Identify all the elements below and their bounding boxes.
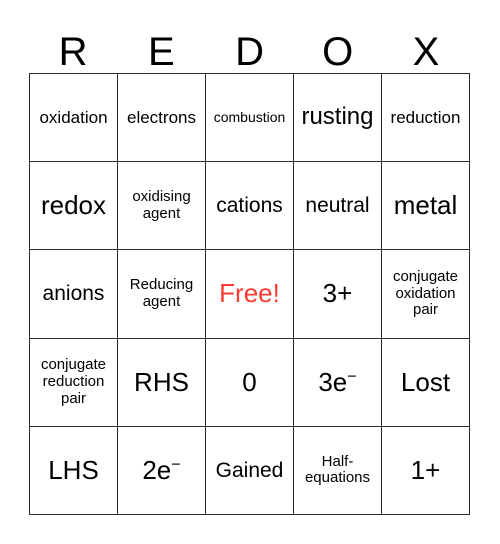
bingo-cell-label: 0 xyxy=(242,366,257,397)
bingo-cell[interactable]: conjugate oxidation pair xyxy=(382,250,470,339)
bingo-cell[interactable]: rusting xyxy=(294,74,382,163)
bingo-cell[interactable]: 0 xyxy=(206,338,294,427)
bingo-cell-label: reduction xyxy=(390,108,461,128)
bingo-cell-label: electrons xyxy=(127,108,196,128)
bingo-cell-label: combustion xyxy=(213,108,286,125)
bingo-cell[interactable]: oxidising agent xyxy=(118,162,206,251)
bingo-cell-label: conjugate reduction pair xyxy=(40,356,107,407)
bingo-cell-label: oxidising agent xyxy=(132,187,191,222)
bingo-cell[interactable]: Gained xyxy=(206,426,294,515)
bingo-grid: oxidation electrons combustion rusting reduc… xyxy=(29,73,470,515)
header-letter-2: D xyxy=(235,30,264,74)
bingo-cell[interactable]: electrons xyxy=(118,74,206,163)
bingo-cell[interactable]: cations xyxy=(206,162,294,251)
bingo-cell[interactable]: conjugate reduction pair xyxy=(30,338,118,427)
bingo-cell-label: redox xyxy=(40,190,107,221)
superscript-minus-icon: − xyxy=(347,366,357,385)
bingo-cell-label: oxidation xyxy=(39,108,108,128)
bingo-card: R E D O X oxidation electrons combustion ru… xyxy=(0,0,500,544)
bingo-cell-label: Free! xyxy=(219,278,280,309)
bingo-cell-label: metal xyxy=(393,190,458,221)
bingo-cell-label: Half- equations xyxy=(304,452,371,487)
bingo-cell[interactable]: 2e− xyxy=(118,426,206,515)
bingo-cell[interactable]: 3+ xyxy=(294,250,382,339)
header-letter-4: X xyxy=(412,30,440,74)
bingo-cell-label: RHS xyxy=(134,366,189,397)
bingo-cell-label: LHS xyxy=(48,454,99,485)
bingo-cell[interactable]: combustion xyxy=(206,74,294,163)
bingo-cell[interactable]: oxidation xyxy=(30,74,118,163)
bingo-cell[interactable]: reduction xyxy=(382,74,470,163)
bingo-cell[interactable]: Lost xyxy=(382,338,470,427)
bingo-cell-label: conjugate oxidation pair xyxy=(392,267,459,319)
header-letter-1: E xyxy=(147,30,175,74)
header-letter-0: R xyxy=(58,30,88,74)
bingo-cell[interactable]: RHS xyxy=(118,338,206,427)
bingo-cell-label: cations xyxy=(216,194,283,218)
bingo-cell[interactable]: anions xyxy=(30,250,118,339)
bingo-cell-label: Lost xyxy=(400,366,451,397)
bingo-cell-label: 2e− xyxy=(142,454,181,485)
bingo-cell[interactable]: Half- equations xyxy=(294,426,382,515)
bingo-free-cell[interactable]: Free! xyxy=(206,250,294,339)
bingo-cell-label: anions xyxy=(42,282,105,306)
bingo-cell-label: 3e− xyxy=(318,366,357,397)
bingo-cell-label: Gained xyxy=(215,458,284,482)
bingo-cell[interactable]: metal xyxy=(382,162,470,251)
header-letter-3: O xyxy=(322,30,354,74)
bingo-cell[interactable]: 1+ xyxy=(382,426,470,515)
bingo-cell[interactable]: 3e− xyxy=(294,338,382,427)
bingo-cell[interactable]: neutral xyxy=(294,162,382,251)
bingo-cell-label: 3+ xyxy=(322,278,353,309)
bingo-cell[interactable]: Reducing agent xyxy=(118,250,206,339)
bingo-cell-label: rusting xyxy=(301,103,374,131)
bingo-header: R E D O X xyxy=(29,20,470,73)
bingo-cell[interactable]: LHS xyxy=(30,426,118,515)
superscript-minus-icon: − xyxy=(171,455,181,474)
bingo-cell-label: Reducing agent xyxy=(129,276,194,310)
bingo-cell[interactable]: redox xyxy=(30,162,118,251)
bingo-cell-label: neutral xyxy=(305,194,370,218)
bingo-cell-label: 1+ xyxy=(410,454,441,485)
